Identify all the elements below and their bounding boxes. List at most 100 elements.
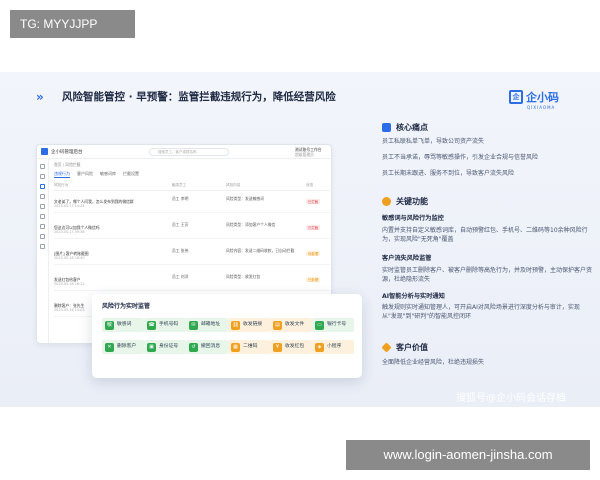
row-detail: 风险类型：添加客户个人微信: [226, 222, 276, 227]
col-status: 状态: [306, 183, 314, 187]
risk-chip-icon: ✉: [189, 320, 198, 330]
app-tabs: 违规行为 客户风险 敏感词库 拦截设置: [54, 171, 139, 178]
risk-chip-label: 银行卡号: [327, 322, 347, 327]
row-time: 2023-05-16 15:03: [54, 308, 85, 312]
risk-chip-icon: ✕: [105, 342, 114, 352]
risk-chip-label: 二维码: [243, 344, 258, 349]
row-time: 2023-05-17 10:24: [54, 204, 85, 208]
tab-intercept-settings[interactable]: 拦截设置: [123, 171, 139, 178]
risk-chip-icon: ¥: [273, 342, 282, 352]
grid-icon: [382, 123, 391, 132]
col-behavior: 风险行为: [54, 183, 69, 187]
feature-2-heading: 客户流失风险监管: [382, 255, 432, 262]
sidebar-tag-icon[interactable]: [40, 224, 45, 229]
top-watermark: TG: MYYJJPP: [10, 10, 135, 38]
risk-chip-label: 收发文件: [285, 322, 305, 327]
risk-chip[interactable]: ☎ 手机号码: [144, 318, 186, 332]
sidebar-chat-icon[interactable]: [40, 174, 45, 179]
sidebar-file-icon[interactable]: [40, 204, 45, 209]
risk-chip-icon: ◈: [315, 342, 324, 352]
app-search-input[interactable]: 搜索员工、客户或群名称: [149, 148, 229, 156]
risk-chip[interactable]: ¥ 收发红包: [270, 340, 312, 354]
breadcrumb: 首页 / 风险拦截: [54, 162, 81, 167]
risk-chip-label: 收发链接: [243, 322, 263, 327]
risk-chip-label: 撤回消息: [201, 344, 221, 349]
risk-chip-label: 敏感词: [117, 322, 132, 327]
risk-chip-icon: ☎: [147, 320, 156, 330]
feature-3-heading: AI智能分析与实时通知: [382, 293, 445, 300]
app-user-info[interactable]: 测试账号工作台 超级管理员: [295, 147, 322, 157]
risk-chip-label: 邮箱地址: [201, 322, 221, 327]
tab-sensitive-words[interactable]: 敏感词库: [100, 171, 116, 178]
risk-chip-icon: ▣: [147, 342, 156, 352]
row-detail: 风险类型：发送敏感词: [226, 196, 264, 201]
risk-chip[interactable]: ✉ 邮箱地址: [186, 318, 228, 332]
risk-chip-label: 身份证号: [159, 344, 179, 349]
promo-banner: » 风险智能管控 · 早预警：监管拦截违规行为，降低经营风险 企 企小码 QIX…: [0, 72, 600, 407]
pain-line-1: 员工私联私单飞单，导致公司资产流失: [382, 138, 485, 145]
col-employee: 触发员工: [172, 183, 187, 187]
risk-chip[interactable]: ✕ 删除客户: [102, 340, 144, 354]
row-detail: 风险内容：发送二维码收款，已自动拦截: [226, 248, 295, 253]
tab-violations[interactable]: 违规行为: [54, 171, 70, 178]
risk-chip-icon: ↺: [189, 342, 198, 352]
row-user: 员工 张伟: [172, 248, 189, 253]
sidebar-chart-icon[interactable]: [40, 214, 45, 219]
row-user: 员工 王芳: [172, 222, 189, 227]
sidebar-users-icon[interactable]: [40, 194, 45, 199]
feature-1-heading: 敏感词与风险行为监控: [382, 215, 444, 222]
risk-chip-label: 小程序: [327, 344, 342, 349]
risk-chip-icon: ⛓: [231, 320, 240, 330]
risk-monitor-card: 风险行为实时监管 敏敏感词 ☎ 手机号码 ✉ 邮箱地址 ⛓ 收发链接 ▤ 收发文件 ▭ 银行卡号 ✕ 删…: [92, 294, 362, 378]
table-row[interactable]: 您这边可以加我个人微信吗 2023-05-17 09:58 员工 王芳 风险类型：添加…: [54, 219, 330, 239]
pain-title-text: 核心痛点: [396, 123, 428, 132]
brand-subtitle: QIXIAOMA: [527, 105, 556, 110]
risk-chip[interactable]: ▭ 银行卡号: [312, 318, 354, 332]
risk-chip-label: 收发红包: [285, 344, 305, 349]
diamond-icon: [381, 342, 392, 353]
gear-icon: [382, 197, 391, 206]
pain-line-2: 员工不当承诺，辱骂等敏感操作，引发企业合规与信誉风险: [382, 154, 539, 161]
sidebar-shield-icon[interactable]: [40, 184, 45, 189]
feature-1-body: 内置并支持自定义敏感词库，自动预警红包、手机号、二维码等10余种风险行为，实现风…: [382, 227, 588, 243]
features-title-text: 关键功能: [396, 197, 428, 206]
risk-chip[interactable]: 敏敏感词: [102, 318, 144, 332]
value-line: 全面降低企业经营风险，杜绝违规损失: [382, 359, 485, 366]
table-row[interactable]: [图片] 客户转账截图 2023-05-16 18:40 员工 张伟 风险内容：发送二…: [54, 245, 330, 265]
risk-chip[interactable]: ▤ 收发文件: [270, 318, 312, 332]
risk-chip-icon: 敏: [105, 320, 114, 330]
risk-chip-icon: ▭: [315, 320, 324, 330]
risk-chip[interactable]: ▣ 身份证号: [144, 340, 186, 354]
row-time: 2023-05-16 18:40: [54, 256, 85, 260]
chevron-right-icon: »: [36, 90, 44, 104]
row-detail: 风险类型：收发红包: [226, 274, 261, 279]
status-badge: 待处理: [306, 251, 321, 256]
app-user-role: 超级管理员: [295, 152, 314, 157]
status-badge: 已拦截: [306, 199, 321, 204]
value-title-text: 客户价值: [396, 343, 428, 352]
status-badge: 已拦截: [306, 225, 321, 230]
brand-name: 企小码: [526, 91, 559, 104]
feature-3-body: 触发规则实时通知管理人，可开启AI对风险场景进行深度分析与审计，实现从"发现"到…: [382, 304, 580, 320]
app-sidebar: [37, 159, 49, 343]
status-badge: 已处理: [306, 277, 321, 282]
tab-customer-risk[interactable]: 客户风险: [77, 171, 93, 178]
risk-chip[interactable]: ▦ 二维码: [228, 340, 270, 354]
sidebar-bell-icon[interactable]: [40, 234, 45, 239]
row-user: 员工 刘洋: [172, 274, 189, 279]
risk-chip[interactable]: ↺ 撤回消息: [186, 340, 228, 354]
risk-chip-icon: ▦: [231, 342, 240, 352]
banner-headline: 风险智能管控 · 早预警：监管拦截违规行为，降低经营风险: [62, 91, 336, 103]
sidebar-gear-icon[interactable]: [40, 244, 45, 249]
risk-chip[interactable]: ◈ 小程序: [312, 340, 354, 354]
table-header: 风险行为 触发员工 风险内容 状态: [54, 183, 330, 191]
table-row[interactable]: 发送红包给客户 2023-05-16 16:12 员工 刘洋 风险类型：收发红包 已处理: [54, 271, 330, 291]
table-row[interactable]: 文老弟了，哪个人问我，怎么发布到我的微信群 2023-05-17 10:24 员工 …: [54, 193, 330, 213]
risk-monitor-title: 风险行为实时监管: [102, 303, 151, 310]
risk-chip[interactable]: ⛓ 收发链接: [228, 318, 270, 332]
sidebar-home-icon[interactable]: [40, 164, 45, 169]
risk-chip-label: 删除客户: [117, 344, 137, 349]
value-section-title: 客户价值: [381, 342, 428, 353]
pain-section-title: 核心痛点: [382, 122, 428, 133]
risk-chip-label: 手机号码: [159, 322, 179, 327]
